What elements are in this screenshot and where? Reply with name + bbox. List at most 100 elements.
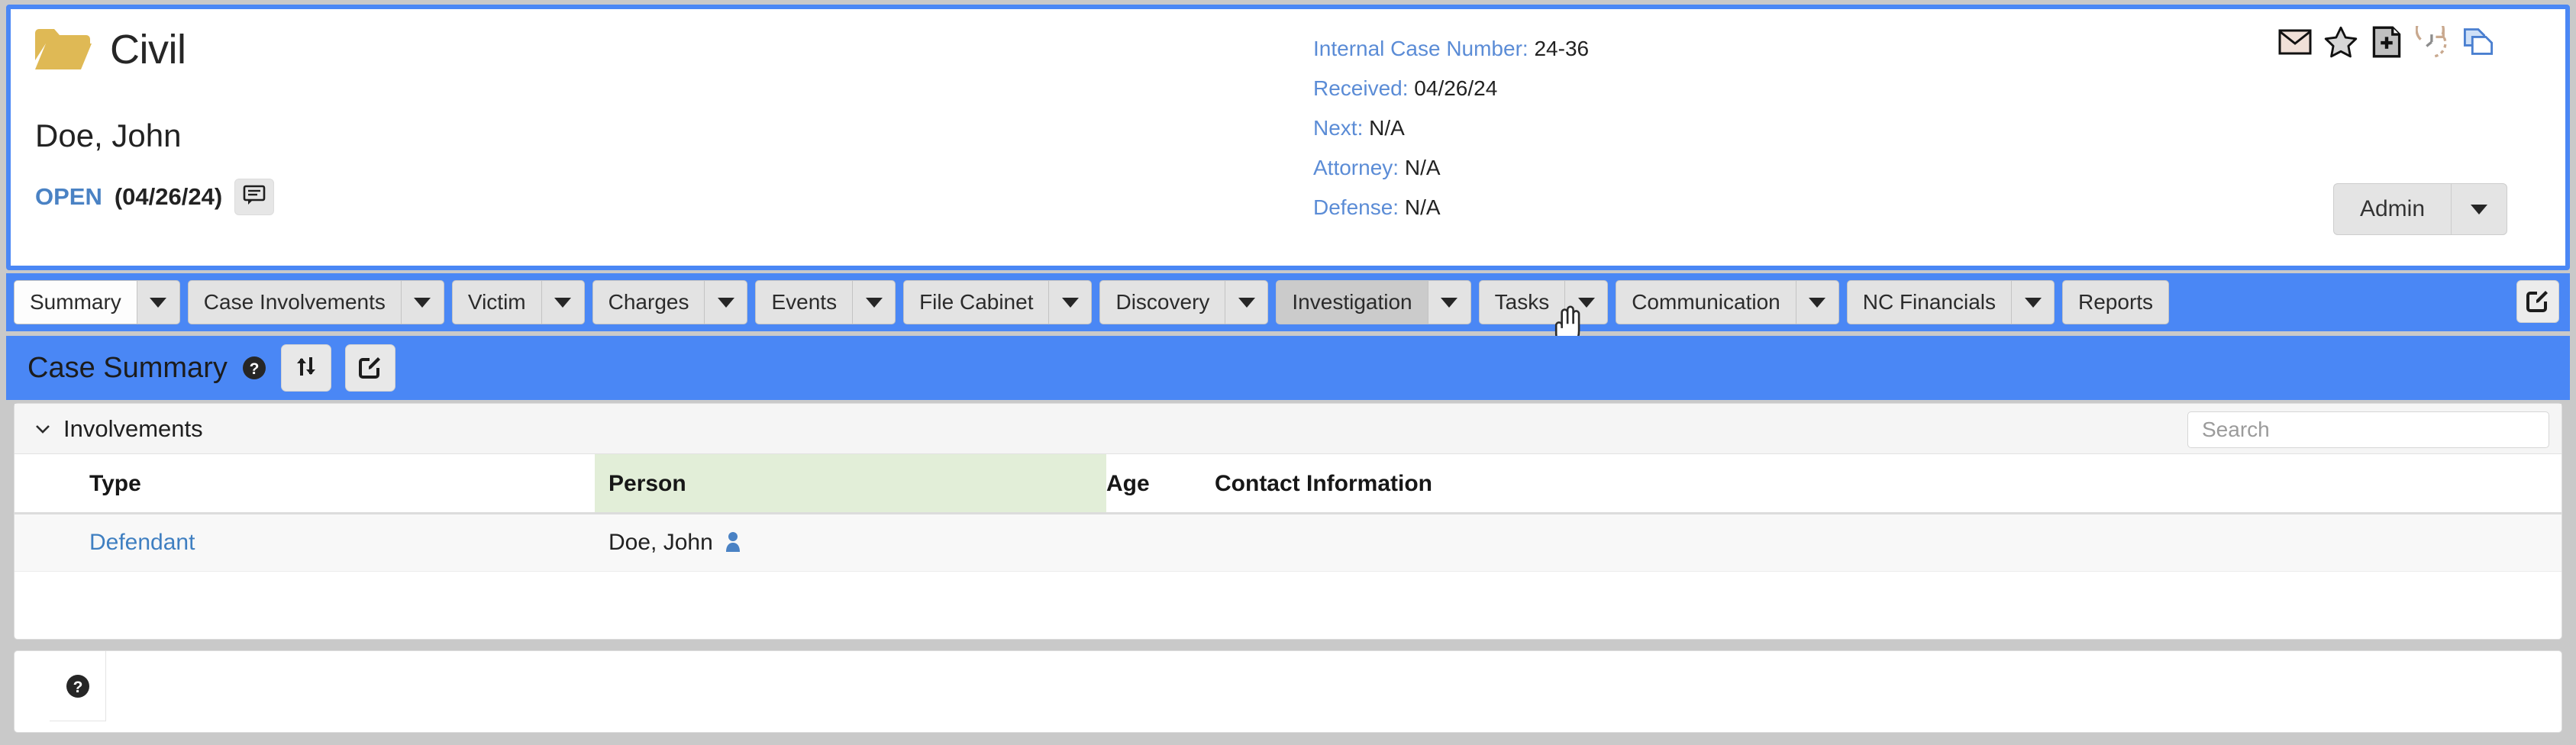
meta-label: Received: <box>1313 76 1409 100</box>
table-header-row: Type Person Age Contact Information <box>15 454 2561 514</box>
admin-button[interactable]: Admin <box>2333 183 2451 235</box>
envelope-icon[interactable] <box>2278 26 2312 58</box>
involvement-type-link[interactable]: Defendant <box>89 530 195 555</box>
tab-nc-financials[interactable]: NC Financials <box>1846 280 2055 324</box>
tab-label[interactable]: Charges <box>592 280 705 324</box>
tab-label[interactable]: Reports <box>2062 280 2170 324</box>
meta-row-defense: Defense: N/A <box>1313 197 1589 218</box>
tab-charges[interactable]: Charges <box>592 280 748 324</box>
tab-dropdown-toggle[interactable] <box>1796 280 1839 324</box>
tab-communication[interactable]: Communication <box>1616 280 1839 324</box>
main-tab-bar: Summary Case Involvements Victim Charges… <box>6 273 2570 331</box>
column-header-person[interactable]: Person <box>595 454 1106 514</box>
tab-dropdown-toggle[interactable] <box>1225 280 1269 324</box>
tab-dropdown-toggle[interactable] <box>1049 280 1093 324</box>
tab-label[interactable]: Case Involvements <box>187 280 402 324</box>
cell-contact-information <box>1198 513 2561 572</box>
tab-dropdown-toggle[interactable] <box>541 280 585 324</box>
meta-row-received: Received: 04/26/24 <box>1313 78 1589 99</box>
edit-pencil-icon <box>2526 288 2550 316</box>
comment-note-icon <box>243 185 266 210</box>
tab-tasks[interactable]: Tasks <box>1478 280 1609 324</box>
swap-order-button[interactable] <box>280 344 331 392</box>
footer-bar: ? <box>14 650 2562 733</box>
help-circle-icon[interactable]: ? <box>241 355 267 381</box>
meta-label: Attorney: <box>1313 156 1399 179</box>
tab-dropdown-toggle[interactable] <box>1565 280 1609 324</box>
admin-dropdown-toggle[interactable] <box>2451 183 2507 235</box>
chevron-down-icon <box>1441 297 1458 308</box>
tab-dropdown-toggle[interactable] <box>2012 280 2055 324</box>
status-badge: OPEN <box>35 183 102 210</box>
tab-dropdown-toggle[interactable] <box>705 280 748 324</box>
chevron-down-icon <box>865 297 883 308</box>
tab-file-cabinet[interactable]: File Cabinet <box>903 280 1093 324</box>
add-document-icon[interactable] <box>2370 26 2403 58</box>
meta-value: N/A <box>1369 116 1405 140</box>
chevron-down-icon <box>414 297 431 308</box>
meta-value: 04/26/24 <box>1414 76 1498 100</box>
cell-age <box>1106 513 1198 572</box>
summary-edit-button[interactable] <box>344 344 395 392</box>
copy-documents-icon[interactable] <box>2461 26 2495 58</box>
case-status-row: OPEN (04/26/24) <box>35 179 275 215</box>
admin-split-button: Admin <box>2333 183 2507 235</box>
column-header-age[interactable]: Age <box>1106 454 1198 514</box>
star-icon[interactable] <box>2324 26 2358 58</box>
case-note-button[interactable] <box>234 179 275 215</box>
person-icon[interactable] <box>724 531 742 554</box>
tab-dropdown-toggle[interactable] <box>401 280 444 324</box>
meta-label: Next: <box>1313 116 1364 140</box>
tab-label[interactable]: Communication <box>1616 280 1796 324</box>
case-type-title: Civil <box>110 27 186 73</box>
tab-dropdown-toggle[interactable] <box>137 280 180 324</box>
tab-label[interactable]: Discovery <box>1099 280 1226 324</box>
tab-events[interactable]: Events <box>755 280 896 324</box>
meta-value: 24-36 <box>1534 37 1590 60</box>
tab-label[interactable]: Investigation <box>1276 280 1428 324</box>
tab-reports[interactable]: Reports <box>2062 280 2170 324</box>
tab-dropdown-toggle[interactable] <box>1428 280 1471 324</box>
tab-label[interactable]: Tasks <box>1478 280 1566 324</box>
tabbar-edit-button[interactable] <box>2516 280 2559 323</box>
tab-dropdown-toggle[interactable] <box>853 280 896 324</box>
meta-label: Internal Case Number: <box>1313 37 1528 60</box>
search-input[interactable] <box>2187 411 2549 448</box>
footer-help-cell: ? <box>50 651 106 721</box>
tab-label[interactable]: Events <box>755 280 854 324</box>
tab-label[interactable]: File Cabinet <box>903 280 1050 324</box>
history-clock-icon[interactable] <box>2416 26 2449 58</box>
status-date: (04/26/24) <box>114 183 223 210</box>
chevron-down-icon <box>554 297 572 308</box>
column-header-type[interactable]: Type <box>15 454 595 514</box>
tab-label[interactable]: Summary <box>14 280 137 324</box>
meta-label: Defense: <box>1313 195 1399 219</box>
svg-text:?: ? <box>73 679 82 696</box>
header-icon-toolbar <box>2278 26 2495 58</box>
tab-victim[interactable]: Victim <box>451 280 585 324</box>
svg-text:?: ? <box>249 360 259 378</box>
meta-row-attorney: Attorney: N/A <box>1313 157 1589 179</box>
page-title: Case Summary <box>27 351 228 384</box>
tab-label[interactable]: NC Financials <box>1846 280 2013 324</box>
case-title-row: Civil <box>34 26 186 73</box>
tab-label[interactable]: Victim <box>451 280 542 324</box>
tab-summary[interactable]: Summary <box>14 280 180 324</box>
chevron-down-icon <box>717 297 734 308</box>
tab-case-involvements[interactable]: Case Involvements <box>187 280 444 324</box>
table-row[interactable]: Defendant Doe, John <box>15 513 2561 572</box>
help-circle-icon[interactable]: ? <box>64 672 92 700</box>
chevron-down-icon <box>1061 297 1079 308</box>
chevron-down-icon <box>1577 297 1595 308</box>
column-header-contact-information[interactable]: Contact Information <box>1198 454 2561 514</box>
case-metadata-list: Internal Case Number: 24-36 Received: 04… <box>1313 38 1589 237</box>
case-person-name: Doe, John <box>35 118 182 153</box>
chevron-down-icon <box>1809 297 1826 308</box>
chevron-down-icon <box>2024 297 2042 308</box>
involvements-panel: Involvements Type Person Age Contact Inf… <box>14 403 2562 640</box>
involvements-section-header[interactable]: Involvements <box>15 404 2561 454</box>
swap-arrows-icon <box>294 354 318 382</box>
tab-discovery[interactable]: Discovery <box>1099 280 1269 324</box>
tab-investigation[interactable]: Investigation <box>1276 280 1471 324</box>
cell-type: Defendant <box>15 513 595 572</box>
